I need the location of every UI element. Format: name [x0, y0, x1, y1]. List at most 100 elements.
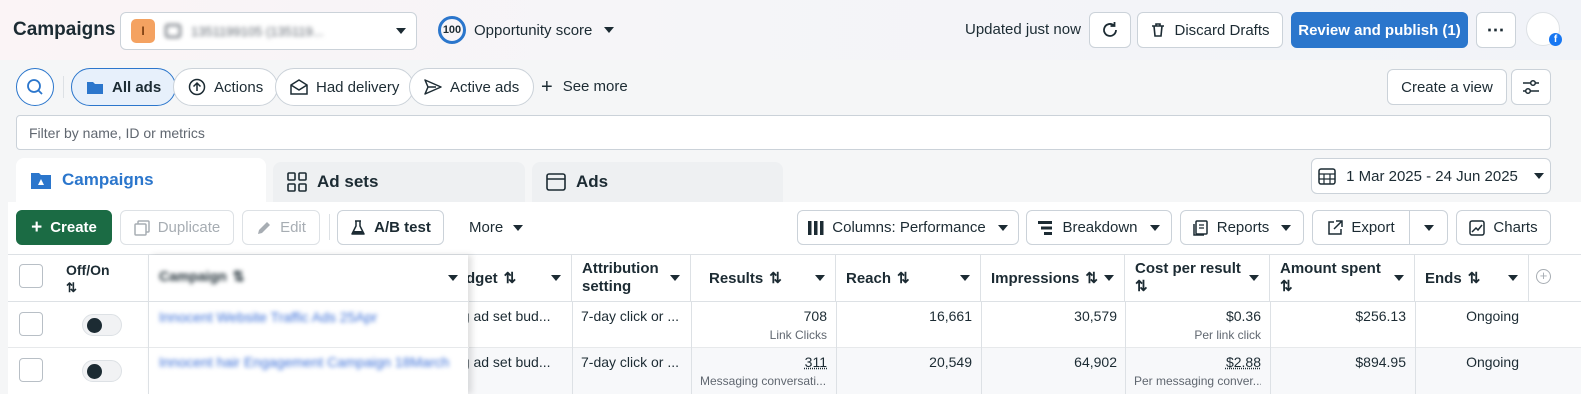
charts-button[interactable]: Charts [1456, 210, 1551, 245]
toggle-knob [87, 318, 102, 333]
attribution-line-1: Attribution [582, 260, 659, 277]
arrow-up-circle-icon [188, 78, 206, 96]
chart-icon [1469, 219, 1486, 236]
campaign-name-link[interactable]: Innocent Website Traffic Ads 25Apr [159, 309, 377, 325]
ends-header[interactable]: Ends ⇅ [1415, 255, 1529, 301]
campaign-folder-icon [31, 173, 51, 189]
reports-dropdown[interactable]: Reports [1180, 210, 1304, 245]
cpr-header[interactable]: Cost per result ⇅ [1125, 255, 1270, 301]
create-button[interactable]: + Create [16, 210, 112, 245]
columns-dropdown[interactable]: Columns: Performance [797, 210, 1019, 245]
page-title: Campaigns [13, 19, 116, 40]
ab-test-button[interactable]: A/B test [337, 210, 444, 245]
budget-cell: ng ad set bud... [454, 308, 551, 324]
charts-label: Charts [1493, 219, 1538, 236]
tab-campaigns[interactable]: Campaigns [16, 158, 266, 202]
chevron-down-icon [513, 224, 524, 231]
chevron-down-icon [1249, 275, 1259, 281]
reach-cell: 16,661 [929, 308, 972, 324]
chevron-down-icon [1149, 224, 1160, 231]
impressions-header[interactable]: Impressions ⇅ [981, 255, 1125, 301]
chevron-down-icon [1508, 275, 1518, 281]
export-dropdown[interactable] [1409, 210, 1448, 245]
results-value[interactable]: 708 [700, 308, 827, 324]
delivery-toggle[interactable] [82, 314, 122, 336]
send-icon [424, 79, 442, 95]
select-all-checkbox[interactable] [19, 264, 43, 288]
search-button[interactable] [16, 68, 54, 106]
more-options-button[interactable]: ⋯ [1476, 12, 1516, 48]
impressions-label: Impressions [991, 269, 1080, 287]
plus-icon: + [31, 216, 43, 238]
date-range-picker[interactable]: 1 Mar 2025 - 24 Jun 2025 [1311, 158, 1551, 194]
pencil-icon [258, 221, 271, 234]
discard-drafts-button[interactable]: Discard Drafts [1137, 12, 1283, 48]
sort-icon: ⇅ [503, 270, 517, 287]
reach-cell: 20,549 [929, 354, 972, 370]
more-dropdown[interactable]: More [469, 219, 524, 236]
account-value: 1351199105 (135119... [191, 23, 324, 39]
view-settings-button[interactable] [1511, 69, 1551, 105]
sort-icon: ⇅ [1085, 270, 1098, 287]
review-publish-button[interactable]: Review and publish (1) [1291, 12, 1468, 48]
filter-actions[interactable]: Actions [173, 68, 279, 106]
results-value[interactable]: 311 [700, 354, 827, 370]
attribution-cell: 7-day click or ... [581, 354, 680, 370]
account-selector[interactable]: I 1351199105 (135119... [120, 12, 417, 50]
header-line [149, 301, 469, 302]
cpr-type: Per link click [1194, 328, 1261, 342]
breakdown-dropdown[interactable]: Breakdown [1026, 210, 1172, 245]
tab-label: Ads [576, 172, 609, 191]
chevron-down-icon [448, 275, 458, 281]
delivery-toggle[interactable] [82, 360, 122, 382]
amount-cell: $256.13 [1355, 308, 1406, 324]
row-checkbox[interactable] [19, 358, 43, 382]
campaign-name-link[interactable]: Innocent hair Engagement Campaign 18Marc… [159, 354, 449, 370]
account-id-icon [165, 24, 181, 38]
amount-header[interactable]: Amount spent ⇅ [1270, 255, 1415, 301]
impressions-cell: 30,579 [1074, 308, 1117, 324]
chevron-down-icon [1394, 275, 1404, 281]
add-column-button[interactable]: + [1536, 269, 1551, 284]
campaign-column: Campaign ⇅ Innocent Website Traffic Ads 2… [148, 255, 469, 394]
edit-button[interactable]: Edit [242, 210, 320, 245]
campaign-header[interactable]: Campaign ⇅ [159, 268, 244, 285]
reports-icon [1192, 219, 1208, 236]
discard-label: Discard Drafts [1174, 21, 1270, 39]
opportunity-score[interactable]: 100 Opportunity score [438, 16, 615, 44]
create-view-button[interactable]: Create a view [1387, 69, 1507, 105]
results-header[interactable]: Results ⇅ [691, 255, 836, 301]
trash-icon [1152, 23, 1165, 37]
sort-icon: ⇅ [1280, 278, 1293, 295]
envelope-icon [290, 79, 308, 95]
col-divider [836, 302, 837, 394]
filter-active-ads[interactable]: Active ads [409, 68, 535, 106]
offon-header[interactable]: Off/On ⇅ [66, 261, 110, 297]
chevron-down-icon [815, 275, 825, 281]
tab-ads[interactable]: Ads [532, 162, 783, 202]
see-more-button[interactable]: + See more [541, 77, 628, 97]
filter-input[interactable]: Filter by name, ID or metrics [16, 115, 1551, 150]
reach-header[interactable]: Reach ⇅ [836, 255, 981, 301]
profile-avatar[interactable]: f [1526, 12, 1562, 46]
calendar-icon [1318, 168, 1336, 185]
ends-cell: Ongoing [1466, 308, 1519, 324]
updated-status: Updated just now [965, 21, 1081, 38]
duplicate-button[interactable]: Duplicate [120, 210, 234, 245]
ends-label: Ends [1425, 269, 1462, 287]
results-label: Results [709, 269, 764, 287]
columns-label: Columns: Performance [832, 219, 986, 236]
breakdown-label: Breakdown [1062, 219, 1138, 236]
filter-all-ads[interactable]: All ads [71, 68, 177, 106]
score-ring-icon: 100 [438, 16, 466, 44]
tab-ad-sets[interactable]: Ad sets [273, 162, 525, 202]
export-button[interactable]: Export [1312, 210, 1410, 245]
refresh-button[interactable] [1089, 12, 1131, 48]
col-divider [1125, 302, 1126, 394]
offon-label: Off/On [66, 262, 110, 278]
attribution-header[interactable]: Attribution setting [572, 255, 691, 301]
row-checkbox[interactable] [19, 312, 43, 336]
create-label: Create [50, 219, 97, 236]
cpr-value[interactable]: $2.88 [1134, 354, 1261, 370]
filter-had-delivery[interactable]: Had delivery [275, 68, 415, 106]
